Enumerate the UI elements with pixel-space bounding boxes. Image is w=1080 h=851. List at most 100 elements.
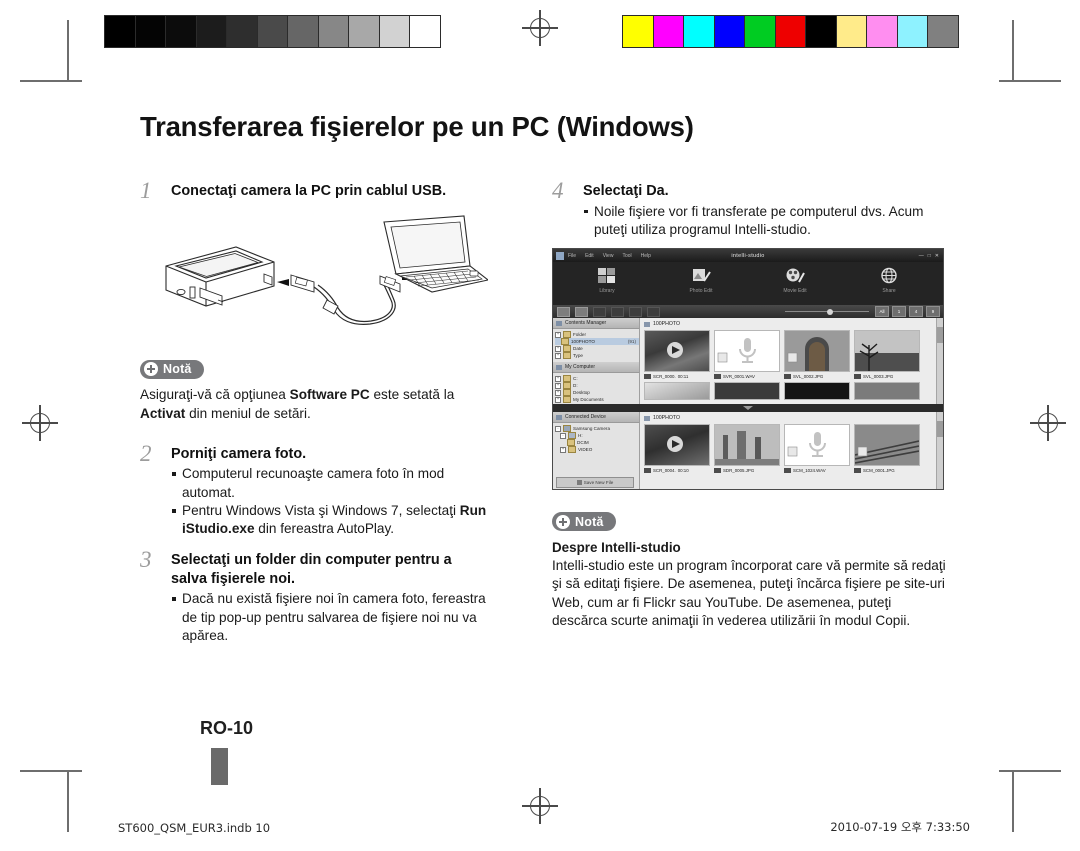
step-4: 4 Selectaţi Da. Noile fişiere vor fi tra… [552, 178, 950, 239]
thumbnail-item[interactable] [854, 381, 920, 400]
thumbnail-item[interactable] [714, 381, 780, 400]
lower-grid-folder-label: 100PHOTO [644, 415, 939, 421]
toolbar-movie-edit[interactable]: Movie Edit [771, 265, 819, 305]
thumbnail-caption: SVR_0001.WAV [714, 373, 778, 379]
thumbnail-item[interactable]: SCR_0000. 00:11 [644, 330, 710, 379]
toolbar-photo-edit[interactable]: Photo Edit [677, 265, 725, 305]
zoom-slider[interactable] [785, 308, 869, 315]
crop-mark-top-right-h [999, 80, 1061, 82]
note-left-bold-1: Software PC [289, 387, 370, 403]
maximize-icon[interactable]: □ [928, 253, 931, 259]
save-icon [576, 480, 582, 486]
view-mode-9[interactable]: 9 [926, 306, 940, 318]
crop-mark-top-left-h [20, 80, 82, 82]
close-icon[interactable]: ✕ [935, 253, 939, 259]
minimize-icon[interactable]: — [919, 253, 924, 259]
thumbnail-image [714, 424, 780, 467]
lower-thumbs-row: SCR_0004. 00:10 SDR_0005.JPG SCM_1024.WA… [644, 424, 939, 473]
tree-node-my-documents[interactable]: + My Documents [555, 396, 639, 403]
nav-back-button[interactable] [557, 306, 570, 317]
tree-node-dcim[interactable]: DCIM [555, 439, 639, 446]
panel-splitter[interactable] [553, 404, 943, 413]
tree-node-type[interactable]: + Type [555, 352, 639, 359]
video-file-icon [644, 467, 651, 473]
step-2-number: 2 [140, 441, 152, 467]
zoom-slider-knob[interactable] [827, 308, 833, 315]
page-content: Transferarea fişierelor pe un PC (Window… [140, 111, 950, 643]
folder-icon [563, 345, 571, 352]
toolbar-library[interactable]: Library [583, 265, 631, 305]
drive-icon [568, 432, 576, 439]
thumbnail-item[interactable]: SVL_0003.JPG [854, 330, 920, 379]
scrollbar-thumb[interactable] [937, 327, 943, 344]
thumbnail-image [644, 330, 710, 373]
color-swatch [927, 15, 959, 48]
photo-file-icon [784, 373, 791, 379]
documents-icon [563, 396, 571, 403]
folder-icon [644, 415, 650, 421]
camera-icon [563, 425, 571, 432]
delete-button[interactable] [629, 306, 642, 317]
tree-node-drive-h[interactable]: - H: [555, 432, 639, 439]
contents-manager-header: Contents Manager [553, 318, 639, 330]
note-left-badge: Notă [140, 359, 204, 379]
plus-circle-icon [556, 514, 570, 529]
thumbnail-image [644, 381, 710, 400]
thumbnail-item[interactable] [784, 381, 850, 400]
thumbnail-item[interactable]: SCR_0004. 00:10 [644, 424, 710, 473]
thumbnail-item[interactable]: SCM_1024.WAV [784, 424, 850, 473]
photo-edit-icon [677, 265, 725, 287]
view-mode-1[interactable]: 1 [892, 306, 906, 318]
upper-grid-scrollbar[interactable] [936, 318, 943, 405]
thumbnail-caption: SDR_0005.JPG [714, 467, 778, 473]
step-2-bullets: Computerul recunoaşte camera foto în mod… [171, 465, 490, 538]
rotate-left-button[interactable] [593, 306, 606, 317]
upload-button[interactable] [647, 306, 660, 317]
thumbnail-item[interactable]: SVL_0002.JPG [784, 330, 850, 379]
tree-node-date[interactable]: + Date [555, 345, 639, 352]
folder-icon [561, 338, 569, 345]
grayscale-swatch [378, 15, 411, 48]
tree-node-samsung-camera-label: Samsung Camera [573, 426, 611, 432]
expand-icon: - [555, 425, 561, 432]
folder-icon [567, 439, 575, 446]
tree-node-dcim-label: DCIM [577, 440, 589, 446]
color-swatch [835, 15, 868, 48]
tree-node-drive-d[interactable]: + D: [555, 382, 639, 389]
lower-grid-scrollbar[interactable] [936, 412, 943, 490]
thumbnail-caption: SVL_0003.JPG [854, 373, 918, 379]
thumbnail-caption: SCM_1024.WAV [784, 467, 848, 473]
grayscale-swatch [226, 15, 258, 48]
tree-node-desktop[interactable]: + Desktop [555, 389, 639, 396]
color-swatch [713, 15, 746, 48]
app-toolbar: Library Photo Edit Movie Edit Share [553, 262, 943, 306]
tree-node-my-documents-label: My Documents [573, 397, 604, 403]
thumbnail-name: SVL_0002.JPG [793, 373, 824, 379]
save-new-file-button[interactable]: Save New File [556, 477, 634, 489]
view-mode-all[interactable]: All [875, 306, 889, 318]
nav-forward-button[interactable] [575, 306, 588, 317]
toolbar-share[interactable]: Share [865, 265, 913, 305]
thumbnail-item[interactable]: SDR_0005.JPG [714, 424, 780, 473]
thumbnail-image [784, 381, 850, 400]
right-column: 4 Selectaţi Da. Noile fişiere vor fi tra… [552, 178, 950, 630]
grayscale-swatch [165, 15, 197, 48]
tree-node-samsung-camera[interactable]: - Samsung Camera [555, 425, 639, 432]
registration-mark-left [22, 405, 58, 441]
tree-node-100photo[interactable]: 100PHOTO (91) [555, 338, 639, 346]
rotate-right-button[interactable] [611, 306, 624, 317]
tree-node-drive-c[interactable]: + C: [555, 375, 639, 382]
scrollbar-thumb[interactable] [937, 421, 943, 438]
thumbnail-item[interactable]: SVR_0001.WAV [714, 330, 780, 379]
thumbnail-item[interactable]: SCM_0001.JPG [854, 424, 920, 473]
thumbnail-item[interactable] [644, 381, 710, 400]
thumbnail-image [784, 330, 850, 373]
tree-node-date-label: Date [573, 346, 583, 352]
view-mode-4[interactable]: 4 [909, 306, 923, 318]
note-right-badge: Notă [552, 512, 616, 532]
tree-node-folder[interactable]: + Folder [555, 331, 639, 338]
my-computer-header: My Computer [553, 362, 639, 374]
tree-node-video[interactable]: + VIDEO [555, 446, 639, 453]
thumbnail-duration: 00:11 [677, 373, 689, 379]
drive-icon [563, 382, 571, 389]
